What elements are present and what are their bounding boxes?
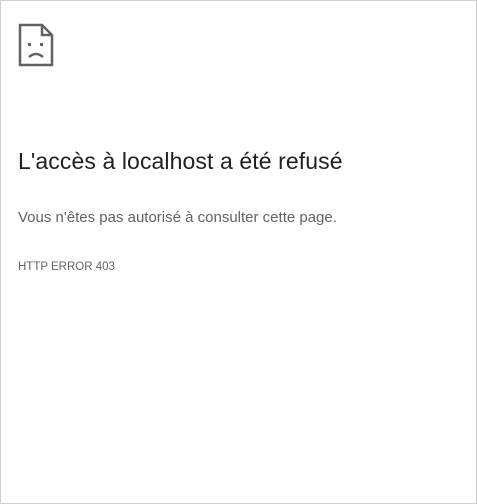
error-code: HTTP ERROR 403: [18, 261, 115, 273]
sad-document-icon: [18, 23, 54, 67]
error-page: L'accès à localhost a été refusé Vous n'…: [0, 0, 477, 504]
error-message: Vous n'êtes pas autorisé à consulter cet…: [18, 209, 337, 226]
page-title: L'accès à localhost a été refusé: [18, 148, 343, 174]
